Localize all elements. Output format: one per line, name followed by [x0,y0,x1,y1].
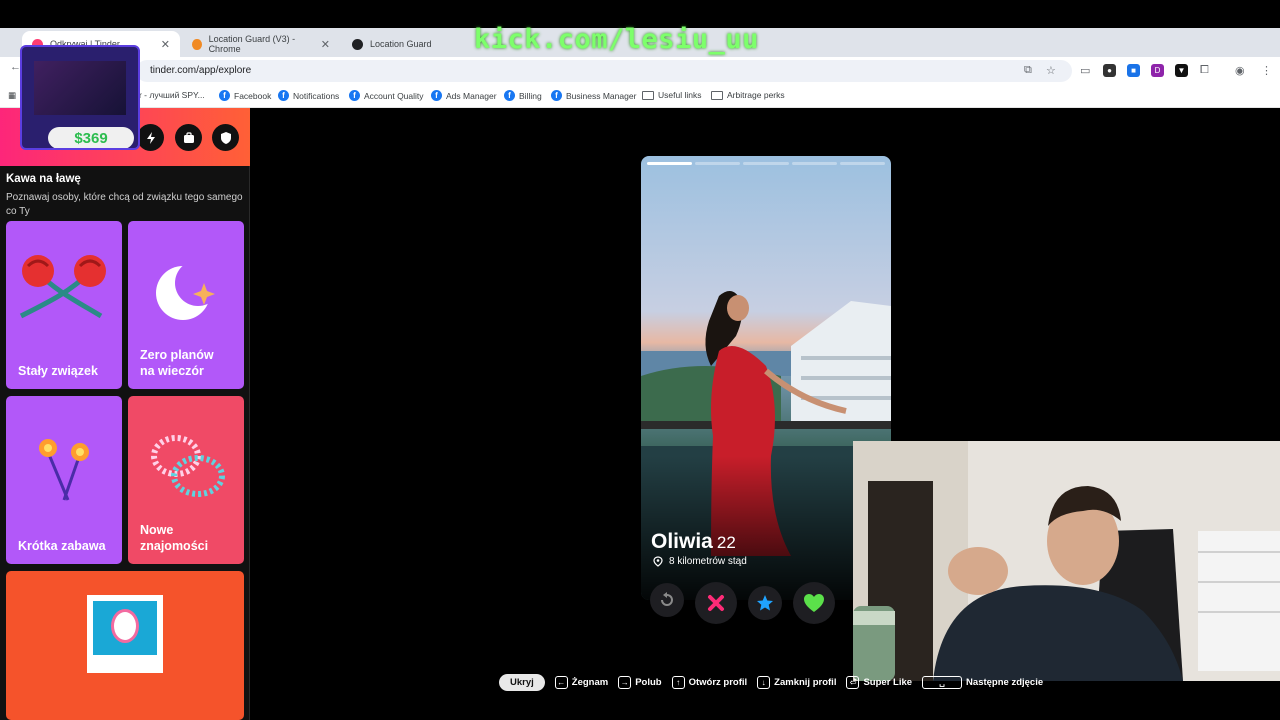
webcam-feed [853,441,1280,681]
extensions-puzzle-icon[interactable]: ⧠ [1200,64,1209,77]
x-icon [708,595,724,611]
keyboard-hints: Ukryj ← Żegnam → Polub ↑ Otwórz profil ↓ Zam… [499,672,1043,692]
roses-icon [19,255,106,319]
bookmark-facebook[interactable]: f Facebook [219,90,271,101]
enter-key-icon: ⏎ [846,675,860,689]
rewind-icon [661,592,673,606]
extension-icon[interactable]: ■ [1127,64,1140,77]
super-like-button[interactable] [748,586,782,620]
friendship-bracelets-icon [151,435,225,497]
section-title: Kawa na ławę [6,173,81,185]
extension-icon[interactable]: D [1151,64,1164,77]
hint-nope: ← Żegnam [554,675,608,689]
install-app-icon[interactable]: ⧉ [1024,64,1032,77]
rewind-button[interactable] [650,583,684,617]
like-button[interactable] [793,582,835,624]
camera-icon[interactable]: ▭ [1080,64,1090,77]
promo-image [34,61,126,115]
bookmark-notifications[interactable]: f Notifications [278,90,339,101]
card-orange[interactable] [6,571,244,720]
screen: Odkrywaj | Tinder ✕ Location Guard (V3) … [0,0,1280,720]
shield-icon [220,131,231,144]
extension-icon[interactable]: ● [1103,64,1116,77]
space-key-icon: ␣ [922,675,963,689]
card-staly-zwiazek[interactable]: Stały związek [6,221,122,389]
bookmark-spy[interactable]: ver - лучший SPY... [130,90,205,100]
bookmark-star-icon[interactable]: ☆ [1046,64,1056,77]
bookmark-business-manager[interactable]: f Business Manager [551,90,636,101]
hint-close-profile: ↓ Zamknij profil [757,675,836,689]
hint-open-profile: ↑ Otwórz profil [671,675,747,689]
address-bar: ← tinder.com/app/explore ⧉ ☆ ▭ ● ■ D ▼ ⧠… [0,57,1280,85]
nope-button[interactable] [695,582,737,624]
arrow-left-icon: ← [554,675,568,689]
heart-icon [804,594,824,612]
profile-distance: 8 kilometrów stąd [653,556,747,567]
star-icon [757,595,773,611]
explore-sidebar: Kawa na ławę Poznawaj osoby, które chcą … [0,108,250,720]
lightning-icon [146,131,155,144]
chrome-store-icon [192,38,202,50]
bookmark-billing[interactable]: f Billing [504,90,542,101]
briefcase-icon [183,131,194,143]
arrow-down-icon: ↓ [757,675,771,689]
bookmark-useful-links[interactable]: Useful links [642,90,701,100]
arrow-up-icon: ↑ [671,675,685,689]
bookmark-ads-manager[interactable]: f Ads Manager [431,90,497,101]
boost-button[interactable] [137,124,164,151]
promo-overlay: $369 [20,45,140,150]
moon-icon [156,260,221,320]
apps-grid-icon[interactable]: ▦ [8,90,16,101]
tab-title: Location Guard [370,39,432,49]
bookmark-arbitrage-perks[interactable]: Arbitrage perks [711,90,785,100]
tab-location-guard-v3[interactable]: Location Guard (V3) - Chrome ✕ [182,31,340,57]
hint-super-like: ⏎ Super Like [846,675,912,689]
card-zero-planow[interactable]: Zero planów na wieczór [128,221,244,389]
hint-next-photo: ␣ Następne zdjęcie [922,675,1043,689]
photo-progress [647,162,886,165]
bookmarks-bar: ▦ ver - лучший SPY... f Facebook f Notific… [0,85,1280,108]
facebook-icon: f [551,90,562,101]
tab-title: Location Guard (V3) - Chrome [208,34,296,54]
facebook-icon: f [431,90,442,101]
card-label: Krótka zabawa [18,539,106,553]
location-pin-icon [653,556,663,567]
folder-icon [711,90,723,100]
location-pin-icon [352,38,363,50]
stream-url-overlay: kick.com/lesiu_uu [474,24,759,55]
hint-like: → Polub [618,675,662,689]
sparklers-icon [39,439,89,501]
card-krotka-zabawa[interactable]: Krótka zabawa [6,396,122,564]
location-guard-extension-icon[interactable]: ▼ [1175,64,1188,77]
close-tab-icon[interactable]: ✕ [161,38,170,51]
tab-location-guard[interactable]: Location Guard [342,31,492,57]
bookmark-account-quality[interactable]: f Account Quality [349,90,424,101]
chrome-menu-icon[interactable]: ⋮ [1261,64,1272,77]
section-subtitle: Poznawaj osoby, które chcą od związku te… [6,192,243,217]
promo-price: $369 [48,127,134,148]
safety-shield-button[interactable] [212,124,239,151]
facebook-icon: f [278,90,289,101]
profile-avatar-icon[interactable]: ◉ [1235,64,1245,77]
polaroid-icon [87,595,163,673]
close-tab-icon[interactable]: ✕ [321,38,330,51]
omnibox[interactable]: tinder.com/app/explore ⧉ ☆ [136,60,1072,82]
facebook-icon: f [219,90,230,101]
card-label: Zero planów na wieczór [140,348,214,378]
profile-age: 22 [716,533,736,552]
facebook-icon: f [349,90,360,101]
hide-hints-button[interactable]: Ukryj [499,673,545,691]
folder-icon [642,90,654,100]
card-label: Stały związek [18,364,98,378]
facebook-icon: f [504,90,515,101]
url-text: tinder.com/app/explore [150,65,252,76]
webcam-overlay [853,441,1280,681]
card-nowe-znajomosci[interactable]: Nowe znajomości [128,396,244,564]
card-label: Nowe znajomości [140,523,209,553]
work-mode-button[interactable] [175,124,202,151]
arrow-right-icon: → [618,675,632,689]
profile-name: Oliwia 22 [651,530,736,553]
